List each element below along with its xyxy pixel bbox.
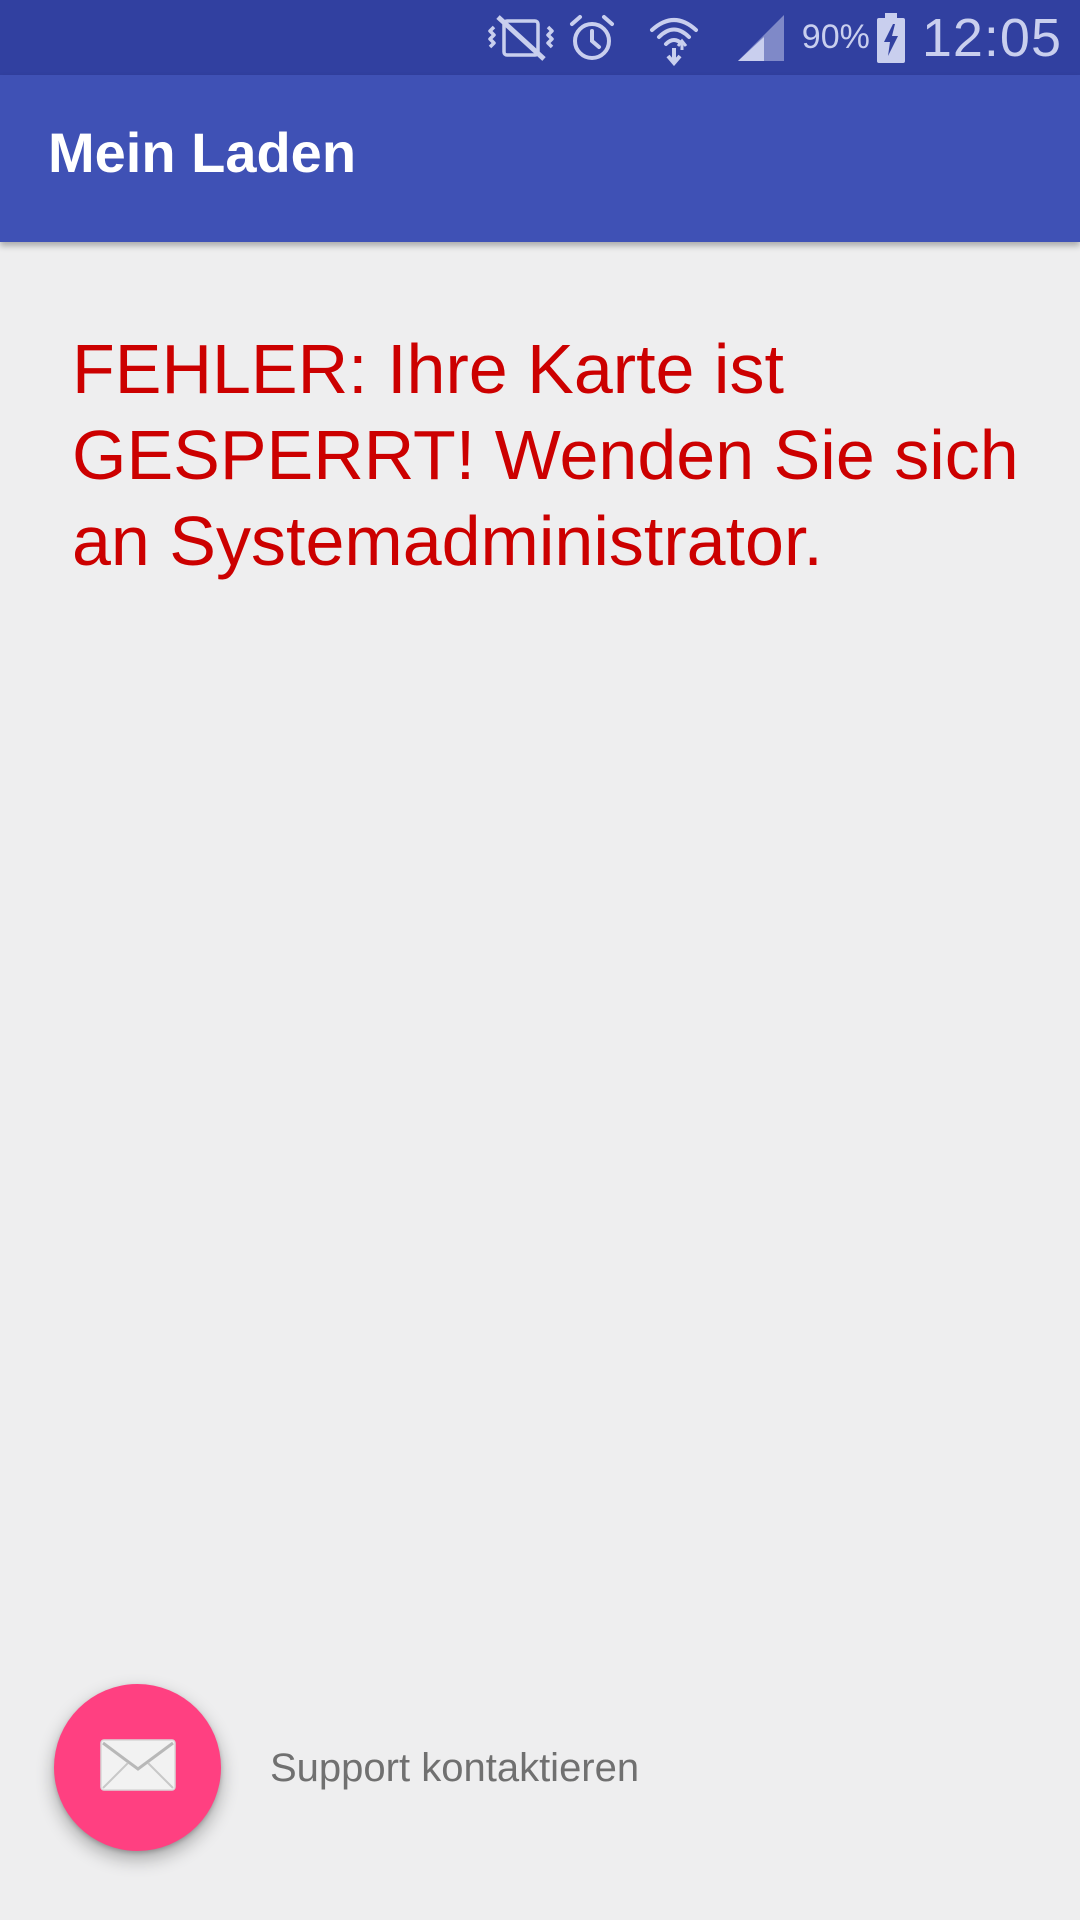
contact-support-label[interactable]: Support kontaktieren <box>270 1744 639 1792</box>
wifi-icon <box>646 10 702 66</box>
contact-support-button[interactable] <box>54 1684 221 1851</box>
clock: 12:05 <box>921 7 1062 68</box>
mail-icon <box>99 1739 176 1796</box>
signal-icon <box>736 13 786 63</box>
status-bar: 90% 12:05 <box>0 0 1080 75</box>
app-bar: Mein Laden <box>0 75 1080 242</box>
error-message: FEHLER: Ihre Karte ist GESPERRT! Wenden … <box>72 330 1019 580</box>
battery-charging-icon <box>876 12 906 64</box>
battery-percent: 90% <box>801 18 870 56</box>
vibrate-icon <box>486 13 556 63</box>
status-icons: 90% 12:05 <box>486 0 1062 75</box>
alarm-icon <box>564 10 620 66</box>
app-title: Mein Laden <box>48 121 357 184</box>
